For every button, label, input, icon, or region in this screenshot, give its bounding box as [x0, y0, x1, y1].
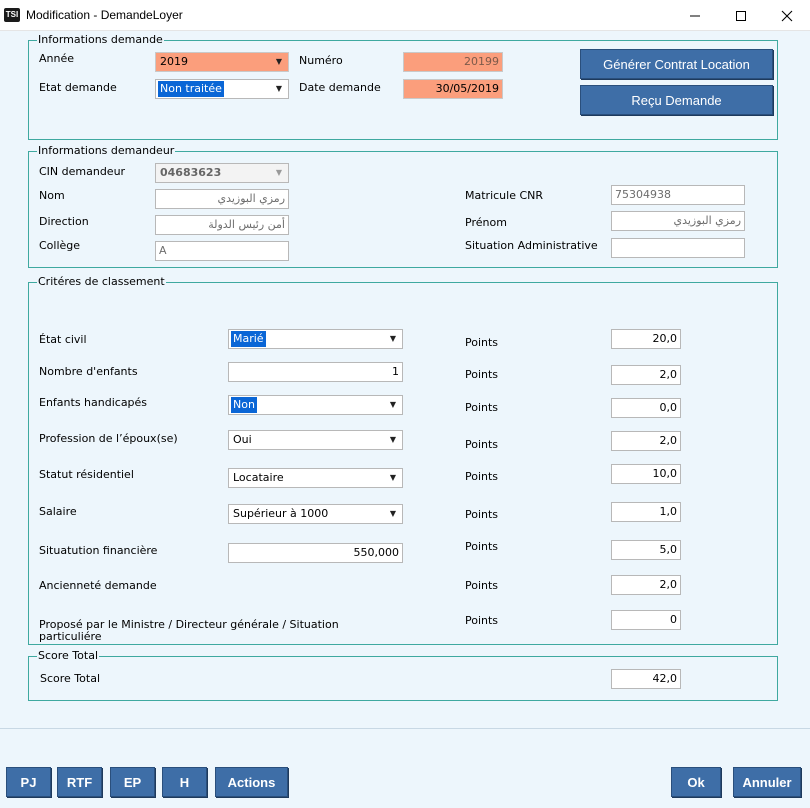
footer-divider [0, 728, 810, 729]
chevron-down-icon[interactable]: ▼ [271, 81, 287, 97]
etat-civil-points: 20,0 [611, 329, 681, 349]
h-button[interactable]: H [162, 767, 207, 797]
annee-select[interactable]: 2019 ▼ [155, 52, 289, 72]
actions-button[interactable]: Actions [215, 767, 288, 797]
points-label: Points [465, 401, 499, 414]
statut-points: 10,0 [611, 464, 681, 484]
points-label: Points [465, 579, 499, 592]
enfants-field[interactable]: 1 [228, 362, 403, 382]
score-total-label: Score Total [40, 672, 100, 685]
numero-label: Numéro [299, 54, 343, 67]
etat-civil-value: Marié [231, 331, 266, 347]
nom-label: Nom [39, 189, 65, 202]
chevron-down-icon[interactable]: ▼ [385, 397, 401, 413]
profession-value: Oui [233, 433, 252, 446]
enfants-points: 2,0 [611, 365, 681, 385]
rtf-button[interactable]: RTF [57, 767, 102, 797]
group-informations-demande: Informations demande Année 2019 ▼ Numéro… [28, 33, 778, 140]
propose-label-line2: particuliére [39, 630, 102, 643]
annuler-button[interactable]: Annuler [733, 767, 801, 797]
window-client-area: Informations demande Année 2019 ▼ Numéro… [0, 31, 810, 808]
minimize-icon[interactable] [672, 0, 718, 31]
profession-select[interactable]: Oui ▼ [228, 430, 403, 450]
situation-administrative-field[interactable] [611, 238, 745, 258]
statut-label: Statut résidentiel [39, 468, 134, 481]
college-label: Collège [39, 239, 81, 252]
points-label: Points [465, 508, 499, 521]
etat-demande-select[interactable]: Non traitée ▼ [155, 79, 289, 99]
points-label: Points [465, 470, 499, 483]
salaire-select[interactable]: Supérieur à 1000 ▼ [228, 504, 403, 524]
points-label: Points [465, 438, 499, 451]
statut-select[interactable]: Locataire ▼ [228, 468, 403, 488]
financiere-points: 5,0 [611, 540, 681, 560]
group-legend: Informations demandeur [37, 144, 176, 158]
profession-points: 2,0 [611, 431, 681, 451]
prenom-field: رمزي البوزيدي [611, 211, 745, 231]
points-label: Points [465, 614, 499, 627]
pj-button[interactable]: PJ [6, 767, 51, 797]
statut-value: Locataire [233, 471, 284, 484]
points-label: Points [465, 368, 499, 381]
group-score-total: Score Total Score Total 42,0 [28, 649, 778, 701]
cin-select[interactable]: 04683623 ▼ [155, 163, 289, 183]
etat-demande-label: Etat demande [39, 81, 117, 94]
direction-field: أمن رئيس الدولة [155, 215, 289, 235]
propose-points[interactable]: 0 [611, 610, 681, 630]
chevron-down-icon[interactable]: ▼ [385, 470, 401, 486]
close-icon[interactable] [764, 0, 810, 31]
salaire-label: Salaire [39, 505, 77, 518]
handicapes-label: Enfants handicapés [39, 396, 148, 409]
window-title: Modification - DemandeLoyer [26, 8, 183, 22]
chevron-down-icon[interactable]: ▼ [271, 165, 287, 181]
group-legend: Informations demande [37, 33, 164, 47]
salaire-value: Supérieur à 1000 [233, 507, 329, 520]
profession-label: Profession de l’époux(se) [39, 432, 178, 445]
cin-label: CIN demandeur [39, 165, 126, 178]
college-field: A [155, 241, 289, 261]
salaire-points: 1,0 [611, 502, 681, 522]
recu-demande-button[interactable]: Reçu Demande [580, 85, 773, 115]
points-label: Points [465, 540, 499, 553]
handicapes-select[interactable]: Non ▼ [228, 395, 403, 415]
points-label: Points [465, 336, 499, 349]
group-legend: Critéres de classement [37, 275, 166, 289]
annee-value: 2019 [160, 55, 188, 68]
chevron-down-icon[interactable]: ▼ [385, 506, 401, 522]
anciennete-label: Ancienneté demande [39, 579, 157, 592]
title-bar: TSI Modification - DemandeLoyer [0, 0, 810, 31]
nom-field: رمزي البوزيدي [155, 189, 289, 209]
matricule-field: 75304938 [611, 185, 745, 205]
group-criteres-classement: Critéres de classement État civil Marié … [28, 275, 778, 645]
etat-demande-value: Non traitée [158, 81, 224, 97]
date-demande-field[interactable]: 30/05/2019 [403, 79, 503, 99]
etat-civil-select[interactable]: Marié ▼ [228, 329, 403, 349]
numero-field: 20199 [403, 52, 503, 72]
handicapes-points: 0,0 [611, 398, 681, 418]
direction-label: Direction [39, 215, 89, 228]
prenom-label: Prénom [465, 216, 507, 229]
financiere-field[interactable]: 550,000 [228, 543, 403, 563]
cin-value: 04683623 [160, 166, 222, 179]
generer-contrat-button[interactable]: Générer Contrat Location [580, 49, 773, 79]
group-legend: Score Total [37, 649, 99, 663]
maximize-icon[interactable] [718, 0, 764, 31]
financiere-label: Situatution financière [39, 544, 158, 557]
ok-button[interactable]: Ok [671, 767, 721, 797]
app-icon: TSI [4, 8, 20, 22]
chevron-down-icon[interactable]: ▼ [385, 331, 401, 347]
annee-label: Année [39, 52, 75, 65]
ep-button[interactable]: EP [110, 767, 155, 797]
anciennete-points: 2,0 [611, 575, 681, 595]
date-demande-label: Date demande [299, 81, 381, 94]
enfants-label: Nombre d'enfants [39, 365, 138, 378]
situation-administrative-label: Situation Administrative [465, 239, 598, 252]
group-informations-demandeur: Informations demandeur CIN demandeur 046… [28, 144, 778, 268]
handicapes-value: Non [231, 397, 257, 413]
chevron-down-icon[interactable]: ▼ [271, 54, 287, 70]
matricule-label: Matricule CNR [465, 189, 544, 202]
etat-civil-label: État civil [39, 333, 87, 346]
score-total-field: 42,0 [611, 669, 681, 689]
chevron-down-icon[interactable]: ▼ [385, 432, 401, 448]
